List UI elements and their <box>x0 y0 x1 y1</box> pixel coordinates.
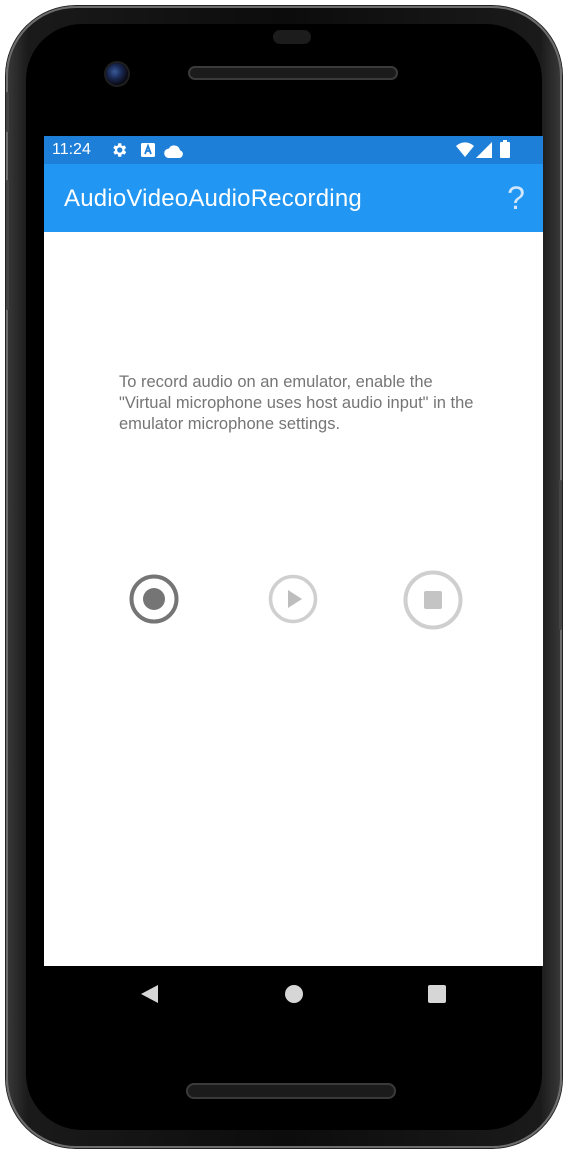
battery-icon <box>500 140 510 163</box>
record-button[interactable] <box>129 574 179 624</box>
device-screen: 11:24 AudioVideoAudioRecording ? To reco… <box>44 136 543 966</box>
side-button-right <box>559 480 562 630</box>
wifi-icon <box>456 142 474 163</box>
stop-button[interactable] <box>403 570 463 630</box>
app-title: AudioVideoAudioRecording <box>64 185 362 212</box>
bottom-speaker <box>186 1083 396 1099</box>
signal-icon <box>476 142 492 163</box>
side-button-left <box>6 92 9 132</box>
help-button[interactable]: ? <box>499 178 533 218</box>
cloud-icon <box>164 144 184 163</box>
status-time: 11:24 <box>52 141 91 158</box>
nav-back-button[interactable] <box>138 983 160 1010</box>
notification-a-icon <box>140 142 156 163</box>
stop-icon <box>403 570 463 630</box>
earpiece-speaker <box>188 66 398 80</box>
top-sensor <box>273 30 311 44</box>
front-camera <box>106 63 128 85</box>
nav-home-button[interactable] <box>284 984 304 1009</box>
back-icon <box>141 985 158 1003</box>
recents-icon <box>428 985 446 1003</box>
play-button[interactable] <box>268 574 318 624</box>
play-icon <box>268 574 318 624</box>
status-bar: 11:24 <box>44 136 543 164</box>
home-icon <box>285 985 303 1003</box>
nav-recents-button[interactable] <box>427 984 447 1009</box>
app-toolbar: AudioVideoAudioRecording ? <box>44 164 543 232</box>
side-button-left-lower <box>6 180 9 310</box>
gear-icon <box>110 141 128 164</box>
record-icon <box>129 574 179 624</box>
emulator-instructions-text: To record audio on an emulator, enable t… <box>119 373 474 433</box>
